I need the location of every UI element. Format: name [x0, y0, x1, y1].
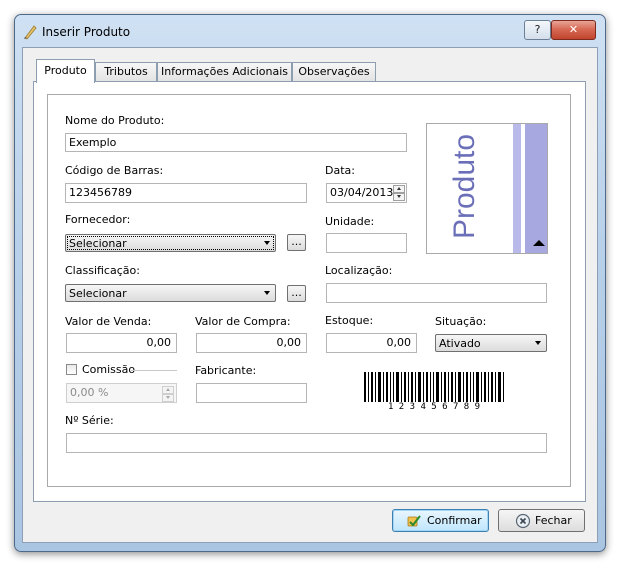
- barcode-digits: 1 2 3 4 5 6 7 8 9: [363, 402, 505, 412]
- nome-label: Nome do Produto:: [65, 114, 165, 127]
- classificacao-select[interactable]: Selecionar: [65, 284, 276, 302]
- situacao-label: Situação:: [435, 315, 487, 328]
- chevron-down-icon: [264, 241, 270, 245]
- tab-produto[interactable]: Produto: [36, 59, 95, 83]
- data-label: Data:: [325, 164, 355, 177]
- product-image[interactable]: Produto: [426, 123, 548, 254]
- tab-informacoes-adicionais[interactable]: Informações Adicionais: [157, 62, 292, 81]
- situacao-value: Ativado: [439, 337, 481, 350]
- classificacao-label: Classificação:: [65, 264, 140, 277]
- fornecedor-label: Fornecedor:: [65, 213, 131, 226]
- localizacao-label: Localização:: [325, 264, 393, 277]
- unidade-label: Unidade:: [325, 215, 375, 228]
- date-spinner[interactable]: [393, 185, 405, 201]
- comissao-divider: [131, 370, 177, 371]
- fechar-button[interactable]: Fechar: [498, 509, 585, 532]
- comissao-label: Comissão: [82, 363, 136, 376]
- venda-label: Valor de Venda:: [65, 315, 152, 328]
- fornecedor-browse-button[interactable]: ...: [287, 234, 306, 251]
- spin-down-icon: [162, 394, 174, 402]
- tab-observacoes[interactable]: Observações: [292, 62, 376, 81]
- compra-label: Valor de Compra:: [195, 315, 291, 328]
- situacao-select[interactable]: Ativado: [435, 334, 547, 352]
- confirm-button[interactable]: Confirmar: [392, 509, 489, 532]
- chevron-down-icon: [535, 341, 541, 345]
- help-button[interactable]: ?: [524, 20, 551, 40]
- serie-label: Nº Série:: [65, 414, 114, 427]
- spin-up-icon: [162, 386, 174, 394]
- estoque-input[interactable]: 0,00: [326, 333, 417, 353]
- classificacao-browse-button[interactable]: ...: [287, 285, 306, 302]
- confirm-icon: [406, 513, 422, 529]
- spin-up-icon[interactable]: [393, 185, 405, 193]
- estoque-label: Estoque:: [325, 314, 374, 327]
- barcode-image: [363, 372, 505, 402]
- cancel-icon: [515, 513, 531, 529]
- fornecedor-value: Selecionar: [69, 237, 127, 250]
- localizacao-input[interactable]: [326, 283, 547, 303]
- codigo-label: Código de Barras:: [65, 164, 164, 177]
- comissao-value: 0,00 %: [70, 386, 109, 399]
- product-image-placeholder: [513, 124, 547, 253]
- image-placeholder-text: Produto: [448, 133, 481, 239]
- valor-compra-input[interactable]: 0,00: [196, 333, 307, 353]
- codigo-barras-input[interactable]: 123456789: [65, 183, 307, 203]
- chevron-down-icon: [264, 291, 270, 295]
- data-input[interactable]: 03/04/2013: [326, 183, 407, 203]
- comissao-spinner: [162, 386, 174, 402]
- fornecedor-select[interactable]: Selecionar: [65, 234, 276, 252]
- data-value: 03/04/2013: [330, 186, 394, 199]
- fabricante-label: Fabricante:: [195, 364, 257, 377]
- nome-input[interactable]: Exemplo: [65, 133, 407, 152]
- serie-input[interactable]: [66, 433, 547, 453]
- tab-tributos[interactable]: Tributos: [95, 62, 157, 81]
- window-title: Inserir Produto: [42, 25, 131, 39]
- valor-venda-input[interactable]: 0,00: [66, 333, 177, 353]
- fechar-label: Fechar: [535, 514, 572, 527]
- comissao-checkbox[interactable]: [66, 364, 77, 375]
- fabricante-input[interactable]: [196, 383, 307, 403]
- app-icon: [22, 24, 38, 40]
- spin-down-icon[interactable]: [393, 193, 405, 201]
- confirm-label: Confirmar: [427, 514, 482, 527]
- comissao-input: 0,00 %: [66, 383, 177, 403]
- classificacao-value: Selecionar: [69, 287, 127, 300]
- unidade-input[interactable]: [326, 233, 407, 253]
- close-window-button[interactable]: ✕: [551, 20, 596, 40]
